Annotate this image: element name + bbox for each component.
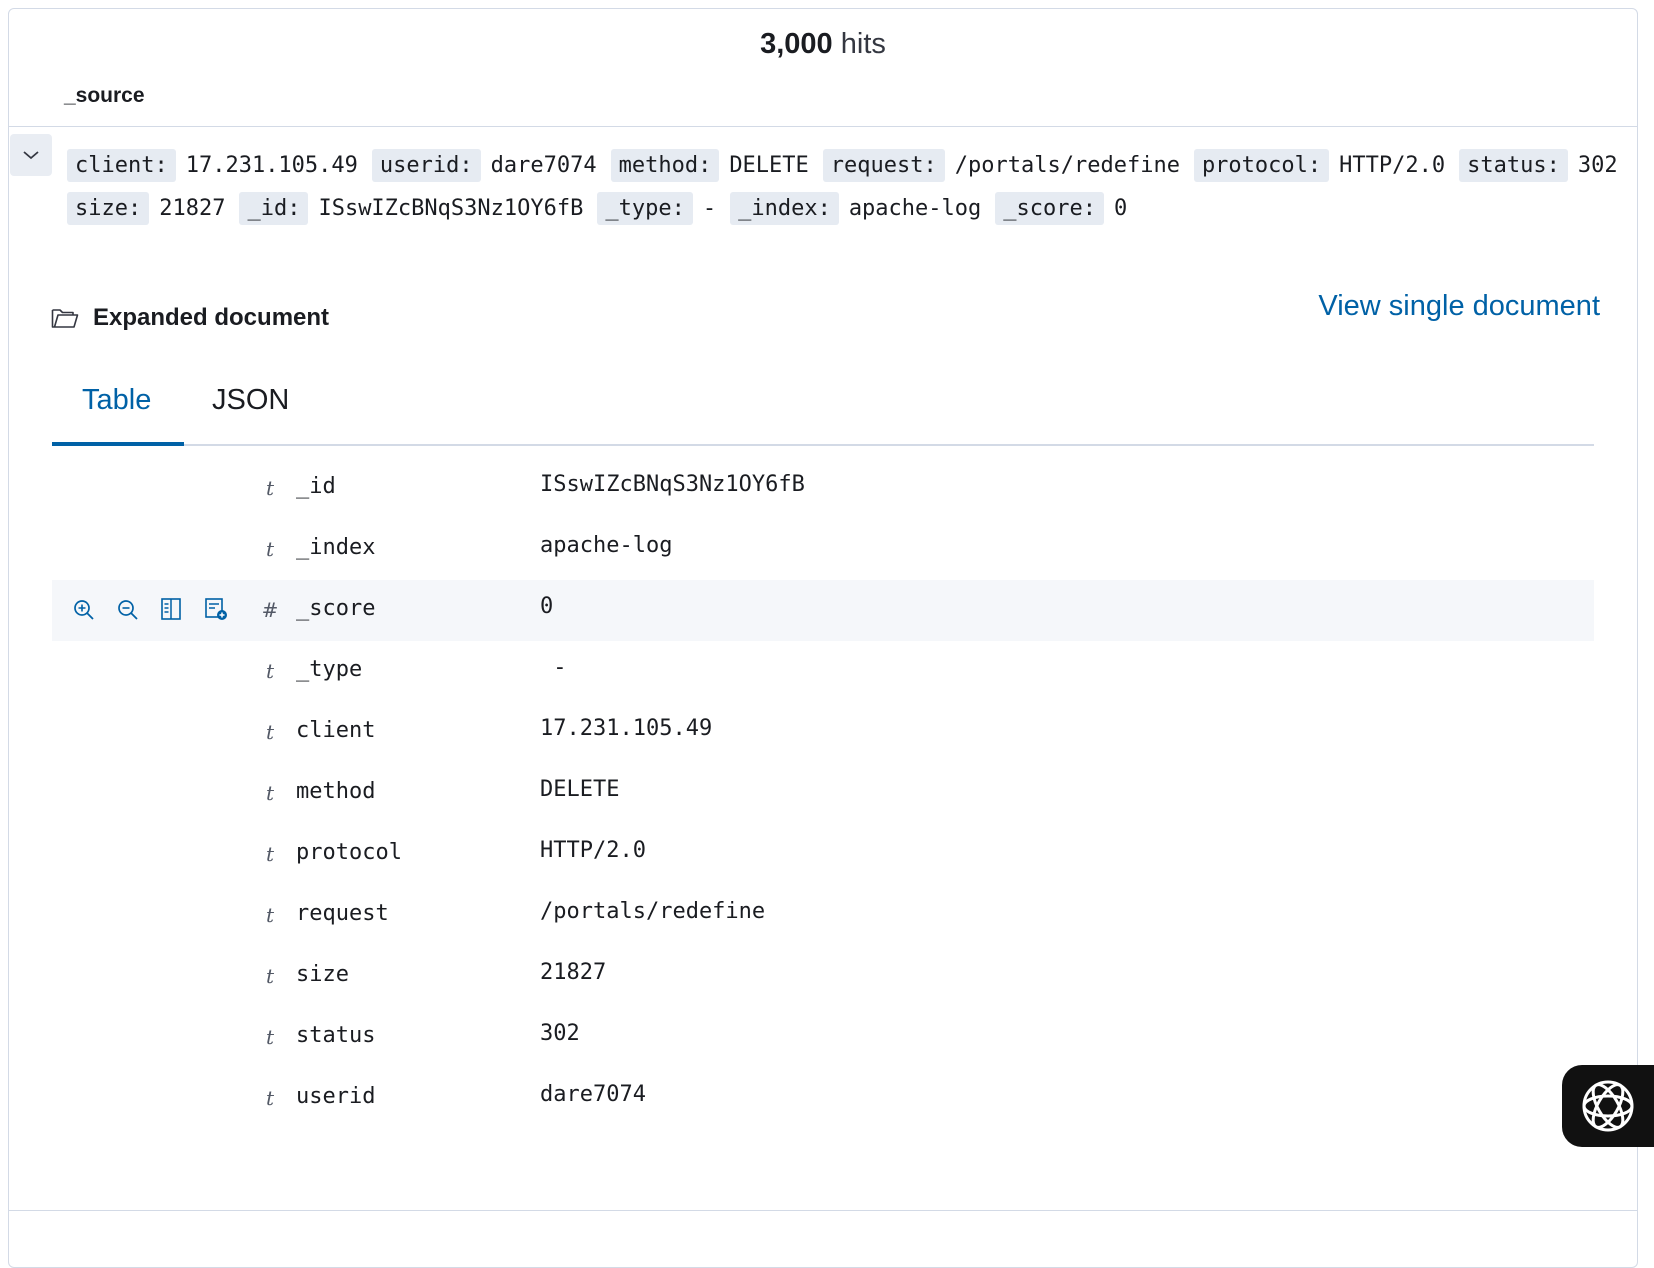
- field-name: status: [296, 1023, 376, 1048]
- field-value: 21827: [540, 960, 607, 985]
- string-type-icon: t: [265, 537, 275, 561]
- field-name: userid: [296, 1084, 376, 1109]
- field-value: -: [540, 655, 567, 680]
- tab-table[interactable]: Table: [82, 384, 151, 417]
- source-field-key: _id:: [239, 192, 309, 225]
- active-tab-indicator: [52, 442, 184, 446]
- string-type-icon: t: [265, 720, 275, 744]
- source-field-key: status:: [1459, 149, 1568, 182]
- source-field-key: size:: [67, 192, 150, 225]
- source-field-value: apache-log: [848, 196, 982, 221]
- field-value: dare7074: [540, 1082, 646, 1107]
- source-field-value: DELETE: [729, 153, 809, 178]
- string-type-icon: t: [265, 903, 275, 927]
- field-table: t _id ISswIZcBNqS3Nz1OY6fB t _index apache-lo…: [52, 458, 1594, 1129]
- toggle-column-icon[interactable]: [156, 594, 186, 624]
- source-field-value: dare7074: [490, 153, 597, 178]
- source-summary-line: size: 21827 _id: ISswIZcBNqS3Nz1OY6fB _type:…: [67, 187, 1587, 230]
- source-field-value: 302: [1577, 153, 1618, 178]
- source-field-key: _index:: [730, 192, 839, 225]
- folder-open-icon: [51, 309, 79, 328]
- source-field-value: 0: [1113, 196, 1128, 221]
- field-name: _type: [296, 657, 363, 682]
- field-name: client: [296, 718, 376, 743]
- field-name: request: [296, 901, 389, 926]
- field-value: ISswIZcBNqS3Nz1OY6fB: [540, 472, 805, 497]
- hits-count: 3,000 hits: [0, 28, 1646, 61]
- number-type-icon: #: [261, 598, 279, 622]
- hits-label: hits: [840, 28, 886, 60]
- string-type-icon: t: [265, 781, 275, 805]
- table-row[interactable]: t protocol HTTP/2.0: [52, 824, 1594, 885]
- field-name: _index: [296, 535, 376, 560]
- string-type-icon: t: [265, 1086, 275, 1110]
- tab-json[interactable]: JSON: [212, 384, 289, 417]
- field-value: HTTP/2.0: [540, 838, 646, 863]
- view-single-document-link[interactable]: View single document: [1318, 290, 1600, 323]
- field-value: apache-log: [540, 533, 673, 558]
- source-field-key: _type:: [597, 192, 693, 225]
- ai-assistant-button[interactable]: [1562, 1065, 1654, 1147]
- field-name: _score: [296, 596, 376, 621]
- chevron-down-icon: [23, 151, 39, 160]
- field-name: method: [296, 779, 376, 804]
- table-row[interactable]: # _score 0: [52, 580, 1594, 641]
- table-row[interactable]: t client 17.231.105.49: [52, 702, 1594, 763]
- field-value: 302: [540, 1021, 580, 1046]
- expanded-document-header: Expanded document: [51, 304, 329, 332]
- source-summary: client: 17.231.105.49 userid: dare7074 metho…: [67, 144, 1618, 230]
- source-field-key: method:: [610, 149, 720, 182]
- source-field-key: protocol:: [1193, 149, 1330, 182]
- filter-out-value-icon[interactable]: [112, 594, 142, 624]
- collapse-row-button[interactable]: [10, 134, 52, 176]
- row-actions: [68, 594, 230, 624]
- source-field-value: ISswIZcBNqS3Nz1OY6fB: [318, 196, 584, 221]
- string-type-icon: t: [265, 964, 275, 988]
- table-row[interactable]: t userid dare7074: [52, 1068, 1594, 1129]
- string-type-icon: t: [265, 1025, 275, 1049]
- table-row[interactable]: t request/portals/redefine: [52, 885, 1594, 946]
- source-field-key: client:: [67, 149, 176, 182]
- source-summary-line: client: 17.231.105.49 userid: dare7074 metho…: [67, 144, 1618, 187]
- table-row[interactable]: t _type -: [52, 641, 1594, 702]
- source-field-value: HTTP/2.0: [1339, 153, 1446, 178]
- divider: [9, 1210, 1637, 1211]
- source-field-value: 21827: [159, 196, 226, 221]
- ai-assistant-icon: [1582, 1080, 1634, 1132]
- filter-exists-icon[interactable]: [200, 594, 230, 624]
- string-type-icon: t: [265, 659, 275, 683]
- expanded-document-title: Expanded document: [93, 304, 330, 331]
- field-name: _id: [296, 474, 336, 499]
- field-value: DELETE: [540, 777, 620, 802]
- doc-view-tabs: Table JSON: [52, 368, 1594, 446]
- filter-for-value-icon[interactable]: [68, 594, 98, 624]
- source-field-value: /portals/redefine: [954, 153, 1180, 178]
- string-type-icon: t: [265, 476, 275, 500]
- table-row[interactable]: t method DELETE: [52, 763, 1594, 824]
- source-field-key: request:: [822, 149, 945, 182]
- table-row[interactable]: t _id ISswIZcBNqS3Nz1OY6fB: [52, 458, 1594, 519]
- source-field-value: -: [702, 196, 717, 221]
- string-type-icon: t: [265, 842, 275, 866]
- hits-number: 3,000: [760, 28, 833, 60]
- field-name: protocol: [296, 840, 402, 865]
- source-field-key: userid:: [371, 149, 481, 182]
- field-name: size: [296, 962, 349, 987]
- divider: [9, 126, 1637, 127]
- source-column-header[interactable]: _source: [64, 84, 145, 108]
- source-field-value: 17.231.105.49: [185, 153, 358, 178]
- source-field-key: _score:: [995, 192, 1104, 225]
- field-value: 17.231.105.49: [540, 716, 713, 741]
- field-value: 0: [540, 594, 554, 619]
- table-row[interactable]: t _index apache-log: [52, 519, 1594, 580]
- table-row[interactable]: t size 21827: [52, 946, 1594, 1007]
- field-value: /portals/redefine: [540, 899, 766, 924]
- table-row[interactable]: t status 302: [52, 1007, 1594, 1068]
